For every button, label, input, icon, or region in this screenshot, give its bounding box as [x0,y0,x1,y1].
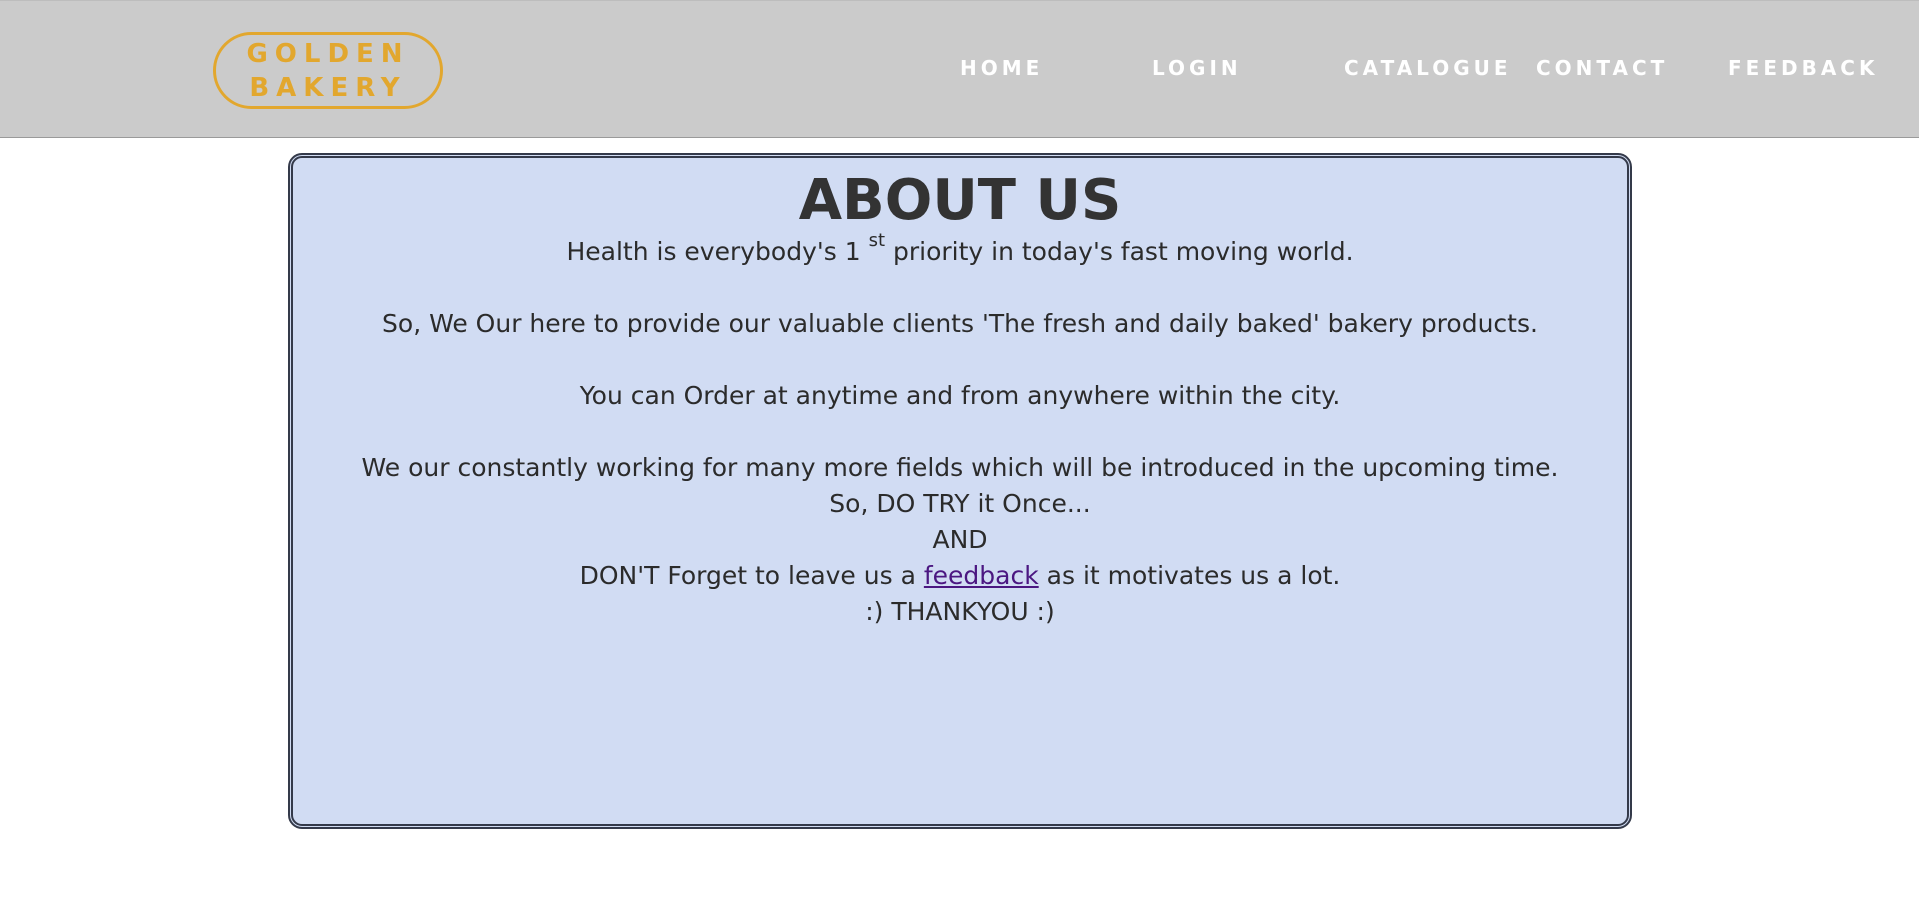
about-line-health: Health is everybody's 1 st priority in t… [293,232,1627,270]
about-line-fresh-products: So, We Our here to provide our valuable … [382,309,1538,338]
feedback-link[interactable]: feedback [924,561,1039,590]
about-us-panel: ABOUT US Health is everybody's 1 st prio… [288,153,1632,829]
about-line-upcoming-fields: We our constantly working for many more … [361,453,1559,482]
feedback-text-start: DON'T Forget to leave us a [579,561,924,590]
ordinal-suffix: st [868,230,886,251]
health-text-start: Health is everybody's 1 [566,237,869,266]
about-line-and: AND [932,525,988,554]
nav-login-link[interactable]: LOGIN [1152,56,1242,80]
about-line-order-anytime: You can Order at anytime and from anywhe… [579,381,1341,410]
logo-line-bakery: BAKERY [249,72,407,103]
logo-line-golden: GOLDEN [246,38,410,69]
logo[interactable]: GOLDEN BAKERY [213,32,443,109]
about-line-do-try: So, DO TRY it Once... [829,489,1091,518]
nav-catalogue-link[interactable]: CATALOGUE [1344,56,1512,80]
navbar: GOLDEN BAKERY HOME LOGIN CATALOGUE CONTA… [0,0,1919,138]
nav-home-link[interactable]: HOME [960,56,1043,80]
about-line-feedback: DON'T Forget to leave us a feedback as i… [293,558,1627,594]
about-us-title: ABOUT US [798,168,1122,233]
feedback-text-end: as it motivates us a lot. [1038,561,1341,590]
about-line-thankyou: :) THANKYOU :) [865,597,1055,626]
nav-contact-link[interactable]: CONTACT [1536,56,1668,80]
nav-feedback-link[interactable]: FEEDBACK [1728,56,1879,80]
health-text-end: priority in today's fast moving world. [885,237,1354,266]
